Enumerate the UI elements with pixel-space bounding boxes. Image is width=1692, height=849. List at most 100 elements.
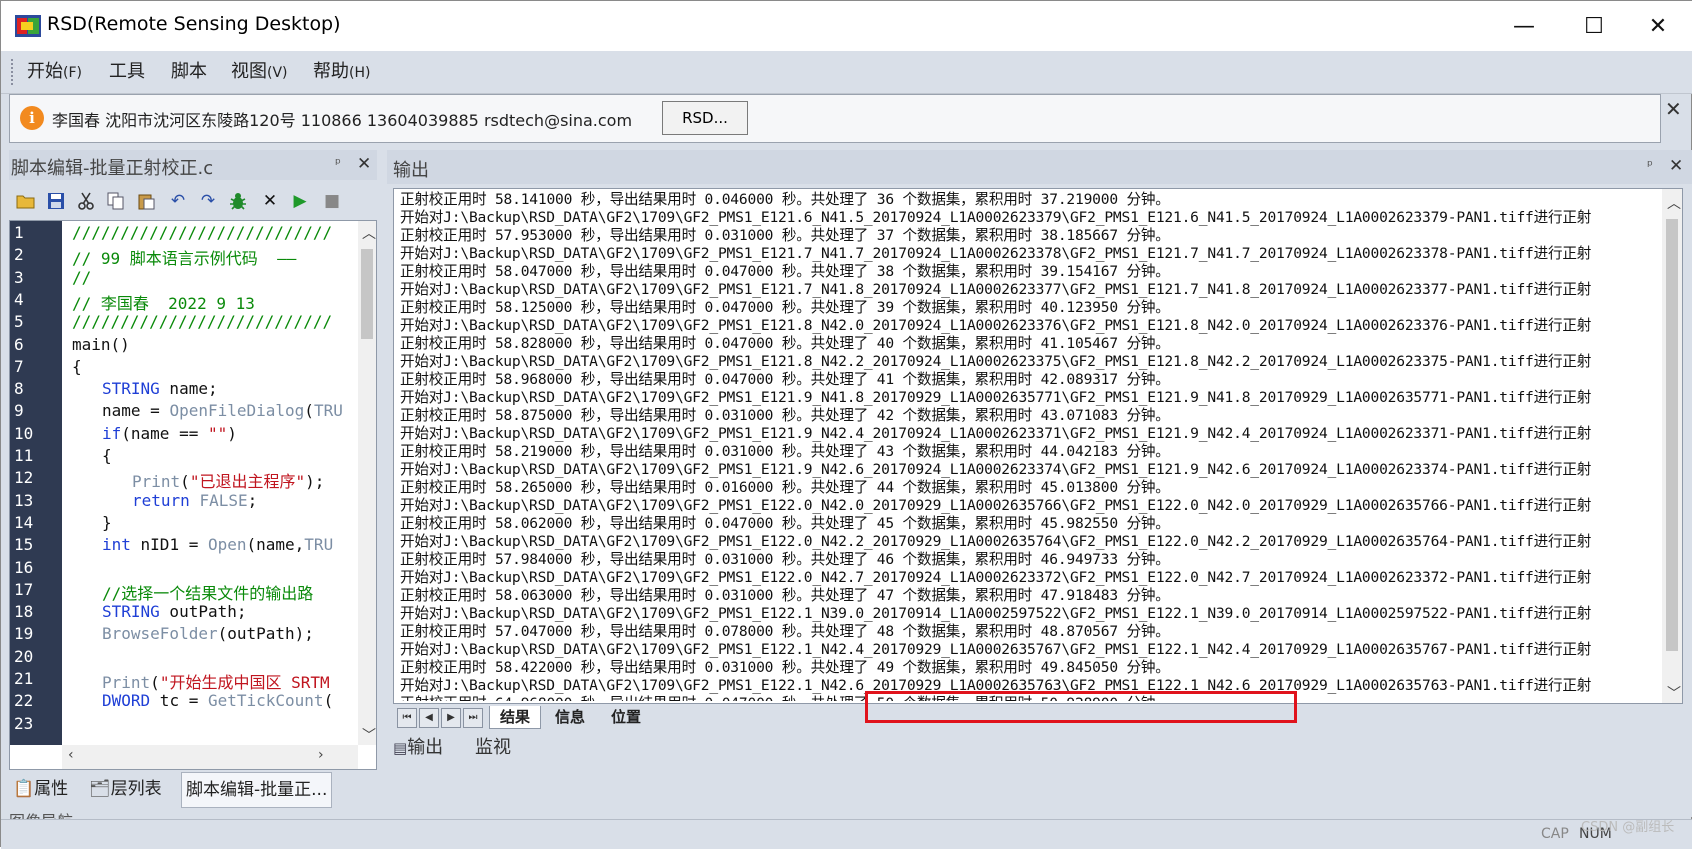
redo-icon[interactable]: ↷ bbox=[197, 190, 219, 212]
cut-icon[interactable] bbox=[75, 190, 97, 212]
menu-grip[interactable] bbox=[11, 59, 16, 85]
line-number: 12 bbox=[14, 468, 34, 488]
code-line: } bbox=[102, 512, 112, 532]
menu-tools[interactable]: 工具 bbox=[109, 51, 145, 93]
output-vertical-scrollbar[interactable]: ︿ ﹀ bbox=[1662, 189, 1682, 703]
stop-x-icon[interactable]: ✕ bbox=[259, 190, 281, 212]
maximize-button[interactable]: ☐ bbox=[1559, 1, 1629, 51]
menu-help-label: 帮助 bbox=[313, 61, 349, 82]
script-toolbar: ↶ ↷ ✕ ▶ ■ bbox=[9, 182, 377, 220]
output-line: 正射校正用时 58.828000 秒，导出结果用时 0.047000 秒。共处理… bbox=[400, 335, 1170, 352]
menu-script[interactable]: 脚本 bbox=[171, 51, 207, 93]
script-editor-title: 脚本编辑-批量正射校正.c bbox=[11, 158, 214, 179]
menu-start-accel: (F) bbox=[63, 65, 82, 81]
output-header: 输出 ᵖ ✕ bbox=[387, 150, 1692, 184]
tab-layer-list-label: 层列表 bbox=[110, 779, 162, 799]
output-scroll-down-icon[interactable]: ﹀ bbox=[1667, 683, 1681, 703]
output-scroll-up-icon[interactable]: ︿ bbox=[1667, 193, 1681, 213]
last-page-icon[interactable]: ⏭ bbox=[463, 708, 483, 728]
code-area[interactable]: /////////////////////////// // 99 脚本语言示例代… bbox=[66, 221, 356, 745]
open-folder-icon[interactable] bbox=[15, 190, 37, 212]
output-line: 正射校正用时 57.984000 秒，导出结果用时 0.031000 秒。共处理… bbox=[400, 551, 1170, 568]
output-line: 开始对J:\Backup\RSD_DATA\GF2\1709\GF2_PMS1_… bbox=[400, 209, 1592, 226]
editor-vertical-scrollbar[interactable]: ︿ ﹀ bbox=[358, 221, 376, 745]
output-line: 开始对J:\Backup\RSD_DATA\GF2\1709\GF2_PMS1_… bbox=[400, 425, 1592, 442]
scroll-down-icon[interactable]: ﹀ bbox=[362, 725, 376, 745]
code-editor[interactable]: 1 2 3 4 5 6 7 8 9 10 11 12 13 14 15 16 17 18 19 20 21 22 23 //… bbox=[9, 220, 377, 770]
first-page-icon[interactable]: ⏮ bbox=[397, 708, 417, 728]
tab-info[interactable]: 信息 bbox=[545, 706, 595, 728]
output-line: 开始对J:\Backup\RSD_DATA\GF2\1709\GF2_PMS1_… bbox=[400, 353, 1592, 370]
line-number: 22 bbox=[14, 691, 34, 711]
output-line: 开始对J:\Backup\RSD_DATA\GF2\1709\GF2_PMS1_… bbox=[400, 461, 1592, 478]
properties-icon: 📋 bbox=[13, 779, 35, 799]
tab-output-label: 输出 bbox=[407, 737, 444, 758]
tab-location[interactable]: 位置 bbox=[601, 706, 651, 728]
layers-icon: 🗂 bbox=[89, 779, 111, 799]
tab-layer-list[interactable]: 🗂层列表 bbox=[89, 772, 162, 806]
output-pin-icon[interactable]: ᵖ bbox=[1647, 158, 1653, 174]
debug-bug-icon[interactable] bbox=[227, 190, 249, 212]
info-icon: i bbox=[20, 106, 44, 130]
rsd-button[interactable]: RSD... bbox=[662, 101, 748, 135]
scroll-left-icon[interactable]: ‹ bbox=[68, 747, 74, 763]
minimize-button[interactable]: — bbox=[1489, 1, 1559, 51]
watermark: CSDN @副组长 bbox=[1581, 820, 1675, 835]
output-line: 开始对J:\Backup\RSD_DATA\GF2\1709\GF2_PMS1_… bbox=[400, 533, 1592, 550]
output-scroll-thumb[interactable] bbox=[1666, 219, 1678, 651]
output-line: 开始对J:\Backup\RSD_DATA\GF2\1709\GF2_PMS1_… bbox=[400, 317, 1592, 334]
menu-view-label: 视图 bbox=[231, 61, 267, 82]
pin-icon[interactable]: ᵖ bbox=[335, 156, 341, 172]
run-icon[interactable]: ▶ bbox=[289, 190, 311, 212]
tab-script-editor[interactable]: 脚本编辑-批量正... bbox=[181, 772, 333, 808]
tab-properties[interactable]: 📋属性 bbox=[13, 772, 68, 806]
editor-horizontal-scrollbar[interactable]: ‹ › bbox=[62, 745, 358, 769]
output-line: 开始对J:\Backup\RSD_DATA\GF2\1709\GF2_PMS1_… bbox=[400, 497, 1592, 514]
code-line: STRING outPath; bbox=[102, 602, 247, 622]
copy-icon[interactable] bbox=[105, 190, 127, 212]
code-line: int nID1 = Open(name,TRU bbox=[102, 535, 334, 555]
scroll-right-icon[interactable]: › bbox=[318, 747, 324, 763]
output-close-icon[interactable]: ✕ bbox=[1669, 156, 1683, 176]
undo-icon[interactable]: ↶ bbox=[167, 190, 189, 212]
line-number: 4 bbox=[14, 289, 24, 309]
tab-output[interactable]: ▤输出 bbox=[393, 732, 443, 764]
output-tab-icon: ▤ bbox=[393, 739, 408, 757]
line-number: 21 bbox=[14, 669, 34, 688]
script-editor-header: 脚本编辑-批量正射校正.c ᵖ ✕ bbox=[9, 150, 377, 180]
tab-script-editor-label: 脚本编辑-批量正... bbox=[186, 780, 328, 800]
menu-help[interactable]: 帮助(H) bbox=[313, 51, 370, 93]
output-line: 正射校正用时 57.047000 秒，导出结果用时 0.078000 秒。共处理… bbox=[400, 623, 1170, 640]
line-number: 5 bbox=[14, 312, 24, 332]
info-text: 李国春 沈阳市沈河区东陵路120号 110866 13604039885 rsd… bbox=[52, 111, 633, 130]
code-line: Print("开始生成中国区 SRTM bbox=[102, 673, 330, 692]
info-bar-close-icon[interactable]: ✕ bbox=[1665, 97, 1682, 121]
output-text-area[interactable]: 正射校正用时 58.141000 秒，导出结果用时 0.046000 秒。共处理… bbox=[393, 188, 1683, 704]
tab-monitor[interactable]: 监视 bbox=[475, 732, 511, 764]
line-number: 1 bbox=[14, 223, 24, 242]
line-number: 11 bbox=[14, 446, 34, 465]
menu-script-label: 脚本 bbox=[171, 61, 207, 82]
save-icon[interactable] bbox=[45, 190, 67, 212]
output-line: 正射校正用时 58.063000 秒，导出结果用时 0.031000 秒。共处理… bbox=[400, 587, 1170, 604]
left-panel-tabs: 📋属性 🗂层列表 脚本编辑-批量正... bbox=[9, 772, 377, 808]
output-line: 开始对J:\Backup\RSD_DATA\GF2\1709\GF2_PMS1_… bbox=[400, 569, 1592, 586]
output-title: 输出 bbox=[393, 160, 429, 181]
line-number: 23 bbox=[14, 713, 34, 733]
next-page-icon[interactable]: ▶ bbox=[441, 708, 461, 728]
code-line: BrowseFolder(outPath); bbox=[102, 624, 314, 644]
menu-view[interactable]: 视图(V) bbox=[231, 51, 288, 93]
editor-scroll-thumb[interactable] bbox=[361, 249, 373, 339]
stop-icon[interactable]: ■ bbox=[321, 190, 343, 212]
line-number: 7 bbox=[14, 356, 24, 376]
line-number: 14 bbox=[14, 512, 34, 532]
scroll-up-icon[interactable]: ︿ bbox=[362, 223, 376, 243]
menu-start[interactable]: 开始(F) bbox=[27, 51, 82, 93]
panel-close-icon[interactable]: ✕ bbox=[357, 154, 371, 174]
prev-page-icon[interactable]: ◀ bbox=[419, 708, 439, 728]
code-line: // 99 脚本语言示例代码 —— bbox=[72, 249, 297, 269]
paste-icon[interactable] bbox=[135, 190, 157, 212]
output-line: 正射校正用时 58.125000 秒，导出结果用时 0.047000 秒。共处理… bbox=[400, 299, 1170, 316]
tab-results[interactable]: 结果 bbox=[489, 706, 542, 729]
close-button[interactable]: ✕ bbox=[1623, 1, 1692, 51]
